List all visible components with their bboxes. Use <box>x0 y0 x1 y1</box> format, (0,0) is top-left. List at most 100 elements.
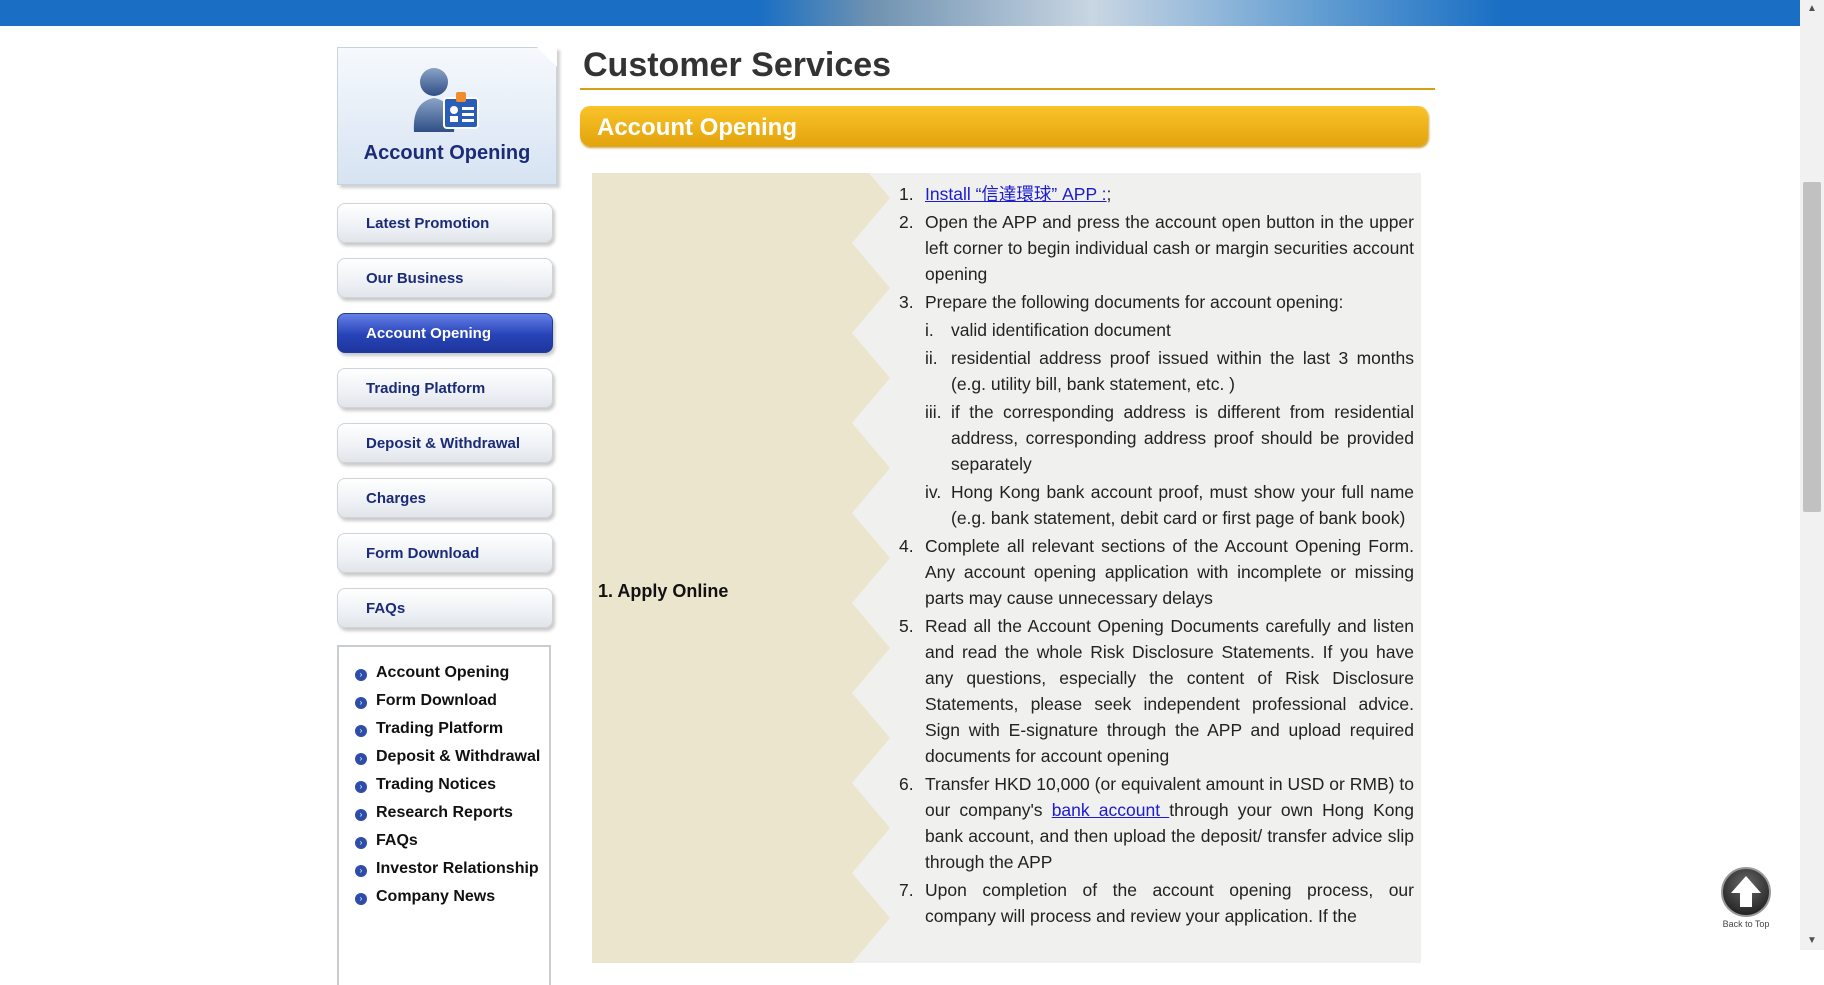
chevron-right-circle-icon: › <box>355 697 367 709</box>
nav-label: Our Business <box>366 270 464 287</box>
scroll-up-icon[interactable]: ▲ <box>1800 0 1824 18</box>
scroll-down-icon[interactable]: ▼ <box>1800 932 1824 950</box>
link-label: Form Download <box>376 692 497 709</box>
nav-label: FAQs <box>366 600 406 617</box>
chevron-right-circle-icon: › <box>355 753 367 765</box>
item-number: i. <box>925 320 934 340</box>
page-title: Customer Services <box>583 46 892 84</box>
back-to-top-circle <box>1721 867 1771 917</box>
link-label: Account Opening <box>376 664 510 681</box>
chevron-right-circle-icon: › <box>355 725 367 737</box>
nav-label: Deposit & Withdrawal <box>366 435 521 452</box>
arrow-up-icon <box>1731 876 1761 907</box>
steps-table: 1. Apply Online 1. Install “信達環球” APP :;… <box>592 173 1421 963</box>
item-number: 7. <box>899 880 914 900</box>
nav-form-download[interactable]: Form Download <box>337 533 553 573</box>
chevron-right-circle-icon: › <box>355 865 367 877</box>
chevron-divider <box>842 173 890 963</box>
sub-list-item: i. valid identification document <box>925 317 1414 343</box>
sub-list-item: iii. if the corresponding address is dif… <box>925 399 1414 477</box>
nav-label: Charges <box>366 490 427 507</box>
nav-label: Latest Promotion <box>366 215 490 232</box>
sidebar: Account Opening Latest Promotion Our Bus… <box>337 47 559 985</box>
item-number: 6. <box>899 774 914 794</box>
section-banner-title: Account Opening <box>597 114 797 141</box>
link-faqs[interactable]: › FAQs <box>339 829 549 857</box>
item-text: Prepare the following documents for acco… <box>925 292 1344 312</box>
nav-account-opening[interactable]: Account Opening <box>337 313 553 353</box>
item-text: Open the APP and press the account open … <box>925 212 1414 284</box>
scrollbar-thumb[interactable] <box>1803 182 1821 512</box>
link-label: Research Reports <box>376 804 513 821</box>
chevron-right-circle-icon: › <box>355 893 367 905</box>
nav-deposit-withdrawal[interactable]: Deposit & Withdrawal <box>337 423 553 463</box>
list-item: 1. Install “信達環球” APP :; <box>899 181 1414 207</box>
item-number: ii. <box>925 348 938 368</box>
link-account-opening[interactable]: › Account Opening <box>339 661 549 689</box>
link-research-reports[interactable]: › Research Reports <box>339 801 549 829</box>
link-label: Deposit & Withdrawal <box>376 748 541 765</box>
nav-faqs[interactable]: FAQs <box>337 588 553 628</box>
item-number: 2. <box>899 212 914 232</box>
nav-label: Account Opening <box>366 325 491 342</box>
sub-list-item: ii. residential address proof issued wit… <box>925 345 1414 397</box>
item-text: Upon completion of the account opening p… <box>925 880 1414 926</box>
list-item: 6. Transfer HKD 10,000 (or equivalent am… <box>899 771 1414 875</box>
nav-trading-platform[interactable]: Trading Platform <box>337 368 553 408</box>
section-banner: Account Opening <box>580 106 1428 146</box>
nav-label: Trading Platform <box>366 380 486 397</box>
item-number: 1. <box>899 184 914 204</box>
item-number: 4. <box>899 536 914 556</box>
link-investor-relationship[interactable]: › Investor Relationship <box>339 857 549 885</box>
steps-content: 1. Install “信達環球” APP :; 2. Open the APP… <box>899 181 1414 931</box>
chevron-right-circle-icon: › <box>355 837 367 849</box>
item-text: if the corresponding address is differen… <box>951 402 1414 474</box>
list-item: 5. Read all the Account Opening Document… <box>899 613 1414 769</box>
link-label: Trading Notices <box>376 776 497 793</box>
link-form-download[interactable]: › Form Download <box>339 689 549 717</box>
chevron-right-circle-icon: › <box>355 809 367 821</box>
sidebar-hero: Account Opening <box>337 47 557 185</box>
link-label: Company News <box>376 888 496 905</box>
nav-our-business[interactable]: Our Business <box>337 258 553 298</box>
link-deposit-withdrawal[interactable]: › Deposit & Withdrawal <box>339 745 549 773</box>
link-trading-notices[interactable]: › Trading Notices <box>339 773 549 801</box>
link-label: Trading Platform <box>376 720 504 737</box>
back-to-top-button[interactable]: Back to Top <box>1713 867 1779 931</box>
bank-account-link[interactable]: bank account <box>1052 800 1170 820</box>
item-text: ; <box>1106 184 1112 204</box>
item-number: iii. <box>925 402 942 422</box>
chevron-right-circle-icon: › <box>355 669 367 681</box>
top-banner-sheen <box>760 0 1500 26</box>
list-item: 4. Complete all relevant sections of the… <box>899 533 1414 611</box>
scrollbar[interactable]: ▲ ▼ <box>1800 0 1824 950</box>
user-id-card-icon <box>413 68 479 132</box>
hero-title: Account Opening <box>363 142 531 164</box>
link-company-news[interactable]: › Company News <box>339 885 549 913</box>
step-label: 1. Apply Online <box>598 581 729 601</box>
chevron-right-circle-icon: › <box>355 781 367 793</box>
step-column: 1. Apply Online <box>592 173 842 963</box>
link-label: FAQs <box>376 832 418 849</box>
quick-links: › Account Opening › Form Download › Trading… <box>337 645 551 985</box>
nav-charges[interactable]: Charges <box>337 478 553 518</box>
item-number: iv. <box>925 482 942 502</box>
item-text: Hong Kong bank account proof, must show … <box>951 482 1414 528</box>
back-to-top-label: Back to Top <box>1722 919 1770 929</box>
top-banner <box>0 0 1800 26</box>
sub-list-item: iv. Hong Kong bank account proof, must s… <box>925 479 1414 531</box>
item-text: Read all the Account Opening Documents c… <box>925 616 1414 766</box>
page-fold <box>537 47 557 67</box>
item-text: Complete all relevant sections of the Ac… <box>925 536 1414 608</box>
title-divider <box>580 88 1435 90</box>
link-trading-platform[interactable]: › Trading Platform <box>339 717 549 745</box>
list-item: 2. Open the APP and press the account op… <box>899 209 1414 287</box>
item-text: residential address proof issued within … <box>951 348 1414 394</box>
list-item: 7. Upon completion of the account openin… <box>899 877 1414 929</box>
nav-label: Form Download <box>366 545 480 562</box>
main-content: Customer Services Account Opening 1. App… <box>580 44 1435 963</box>
install-app-link[interactable]: Install “信達環球” APP : <box>925 184 1107 204</box>
nav-latest-promotion[interactable]: Latest Promotion <box>337 203 553 243</box>
sub-list: i. valid identification document ii. res… <box>899 317 1414 531</box>
item-number: 5. <box>899 616 914 636</box>
